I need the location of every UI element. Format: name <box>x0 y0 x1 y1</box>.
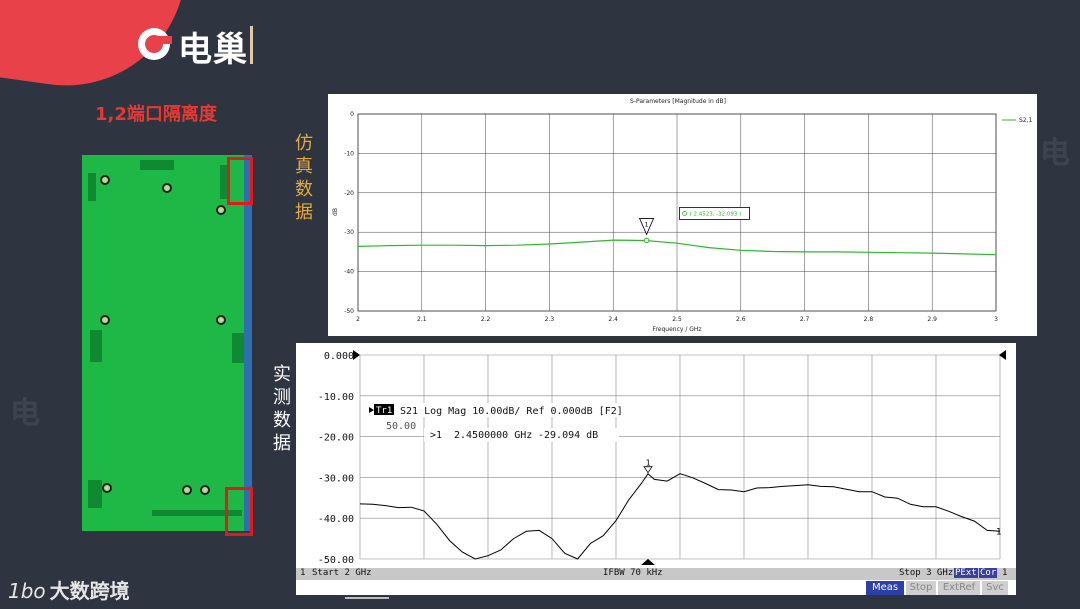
status-cor[interactable]: Cor <box>979 568 998 578</box>
watermark: 电 <box>1040 136 1070 171</box>
simulation-chart-panel: S-Parameters [Magnitude in dB] 2 2.1 2.2 2.… <box>328 94 1037 336</box>
sim-x-tick-label: 2.8 <box>864 316 874 323</box>
sim-x-axis-label: Frequency / GHz <box>652 326 701 333</box>
marker-readout-freq: 2.4500000 GHz <box>454 430 532 441</box>
slide-title: 1,2端口隔离度 <box>95 104 217 125</box>
meas-y-tick-label: -20.00 <box>318 433 354 444</box>
pcb-trace <box>140 160 174 170</box>
sim-x-tick-label: 2.9 <box>927 316 937 323</box>
status-start-freq: Start 2 GHz <box>312 568 372 578</box>
meas-y-tick-label: -50.00 <box>318 555 354 566</box>
pcb-photo <box>82 155 252 531</box>
pcb-via <box>162 183 172 193</box>
sim-x-tick-label: 2.7 <box>800 316 810 323</box>
sim-y-tick-label: -20 <box>344 190 354 197</box>
sim-x-tick-label: 2.1 <box>417 316 427 323</box>
vna-status-bar: 1 Start 2 GHz IFBW 70 kHz Stop 3 GHz PEx… <box>296 568 1016 580</box>
softkey-extref[interactable]: ExtRef <box>938 581 980 595</box>
pcb-via <box>100 175 110 185</box>
pcb-trace <box>232 333 244 363</box>
status-channel-number: 1 <box>300 568 306 578</box>
pcb-edge <box>244 155 252 531</box>
sim-y-tick-label: -10 <box>344 150 354 157</box>
marker-readout-id: >1 <box>430 430 442 441</box>
status-ifbw: IFBW 70 kHz <box>603 568 663 578</box>
pcb-via <box>200 485 210 495</box>
measured-chart-panel: 0.000 -10.00 -20.00 -30.00 -40.00 -50.00 1 1 … <box>296 343 1016 595</box>
meas-y-tick-label: 0.000 <box>324 351 354 362</box>
sim-x-tick-label: 3 <box>994 316 998 323</box>
sim-marker-readout-dot <box>682 211 687 216</box>
vna-softkey-bar: Meas Stop ExtRef Svc <box>866 581 1016 595</box>
sim-chart-title: S-Parameters [Magnitude in dB] <box>630 98 726 105</box>
sim-x-tick-label: 2 <box>356 316 360 323</box>
pcb-via <box>182 485 192 495</box>
sim-x-tick-label: 2.3 <box>545 316 555 323</box>
pcb-trace <box>88 480 102 508</box>
brand-name: 电巢 <box>178 30 248 70</box>
sim-x-tick-label: 2.6 <box>736 316 746 323</box>
meas-marker-id: 1 <box>646 459 651 468</box>
meas-y-tick-label: -10.00 <box>318 392 354 403</box>
pcb-via <box>216 315 226 325</box>
sim-x-tick-label: 2.4 <box>608 316 618 323</box>
sim-data-label: 仿真数据 <box>295 133 313 223</box>
trace-subvalue: 50.00 <box>386 421 416 432</box>
marker-readout-value: -29.094 dB <box>538 430 598 441</box>
status-pext[interactable]: PExt <box>954 568 978 578</box>
meas-end-marker-label: 1 <box>996 527 1001 537</box>
sim-x-tick-label: 2.5 <box>672 316 682 323</box>
softkey-svc[interactable]: Svc <box>982 581 1008 595</box>
softkey-stop[interactable]: Stop <box>906 581 936 595</box>
pcb-via <box>102 483 112 493</box>
pcb-trace <box>88 173 96 201</box>
footer-brand-text: 大数跨境 <box>49 579 130 603</box>
sim-marker-readout-label: ( 2.4523, -32.093 ) <box>690 211 742 217</box>
sim-marker-id: 1 <box>645 221 649 228</box>
pcb-via <box>100 315 110 325</box>
watermark: 电 <box>10 396 40 431</box>
pcb-via <box>216 205 226 215</box>
meas-y-tick-label: -30.00 <box>318 473 354 484</box>
brand-logo-icon <box>138 28 172 60</box>
meas-data-label: 实测数据 <box>273 364 291 454</box>
sim-y-tick-label: -30 <box>344 229 354 236</box>
trace-tag: Tr1 <box>376 406 392 416</box>
sim-y-tick-label: -50 <box>344 308 354 315</box>
brand-divider <box>250 26 253 64</box>
sim-y-tick-label: -40 <box>344 269 354 276</box>
sim-y-axis-label: dB <box>332 208 339 216</box>
measured-chart: 0.000-10.00-20.00-30.00-40.00-50.00 1 1 … <box>318 350 1006 566</box>
sim-y-tick-label: 0 <box>350 111 354 118</box>
trace-header: S21 Log Mag 10.00dB/ Ref 0.000dB [F2] <box>400 406 623 417</box>
port1-highlight-box <box>227 157 253 205</box>
simulation-chart: S-Parameters [Magnitude in dB] 2 2.1 2.2 2.… <box>332 98 1033 333</box>
pcb-trace <box>90 330 102 362</box>
sim-marker-point <box>643 237 650 244</box>
footer-divider <box>345 597 389 599</box>
footer-brand: 1bo 大数跨境 <box>8 575 130 604</box>
sim-x-tick-label: 2.2 <box>481 316 491 323</box>
status-stop-freq: Stop 3 GHz <box>899 568 954 578</box>
center-freq-triangle <box>641 559 655 565</box>
port2-highlight-box <box>225 487 253 536</box>
status-end: 1 <box>1002 568 1008 578</box>
meas-y-tick-label: -40.00 <box>318 514 354 525</box>
footer-brand-mark: 1bo <box>8 579 46 603</box>
sim-legend-label: S2,1 <box>1019 117 1033 124</box>
ref-left-triangle <box>353 350 360 360</box>
softkey-meas[interactable]: Meas <box>866 581 904 595</box>
